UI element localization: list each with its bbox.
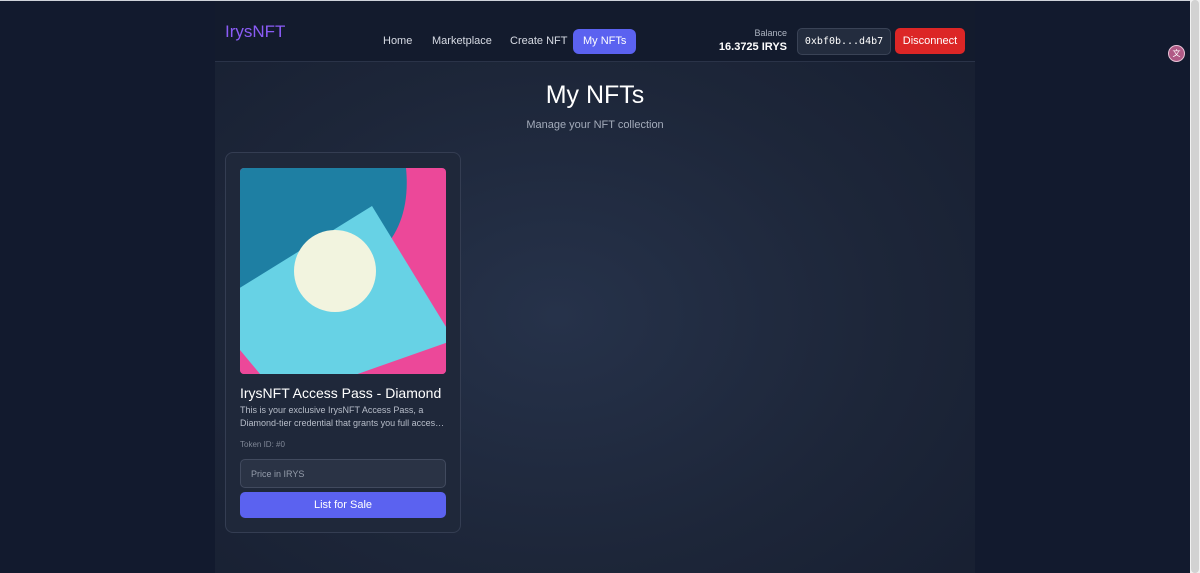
balance-value: 16.3725 IRYS: [718, 41, 787, 53]
nav-link-my-nfts[interactable]: My NFTs: [573, 29, 637, 54]
nav-link-home[interactable]: Home: [373, 29, 422, 54]
nft-artwork-graphic: [240, 168, 446, 374]
nft-description-line-1: This is your exclusive IrysNFT Access Pa…: [240, 405, 424, 415]
token-id: Token ID: #0: [240, 440, 285, 449]
scrollbar-thumb[interactable]: [1191, 0, 1199, 573]
translate-icon[interactable]: 文: [1168, 45, 1185, 62]
nav-link-marketplace[interactable]: Marketplace: [422, 29, 502, 54]
balance-label: Balance: [754, 28, 787, 38]
nft-description-line-2: Diamond-tier credential that grants you …: [240, 418, 446, 428]
app-page: IrysNFT Home Marketplace Create NFT My N…: [215, 1, 975, 573]
wallet-address-chip[interactable]: 0xbf0b...d4b7: [797, 28, 891, 55]
nft-description: This is your exclusive IrysNFT Access Pa…: [240, 404, 446, 430]
navbar: IrysNFT Home Marketplace Create NFT My N…: [215, 1, 975, 62]
nft-card: IrysNFT Access Pass - Diamond This is yo…: [225, 152, 461, 533]
nft-name: IrysNFT Access Pass - Diamond: [240, 385, 442, 401]
brand-logo[interactable]: IrysNFT: [225, 22, 285, 42]
nav-link-create-nft[interactable]: Create NFT: [500, 29, 577, 54]
page-title: My NFTs: [545, 81, 645, 109]
nft-artwork: [240, 168, 446, 374]
disconnect-button[interactable]: Disconnect: [895, 28, 965, 54]
page-subtitle: Manage your NFT collection: [526, 119, 664, 131]
price-input[interactable]: [240, 459, 446, 488]
list-for-sale-button[interactable]: List for Sale: [240, 492, 446, 518]
scrollbar[interactable]: [1190, 0, 1200, 573]
